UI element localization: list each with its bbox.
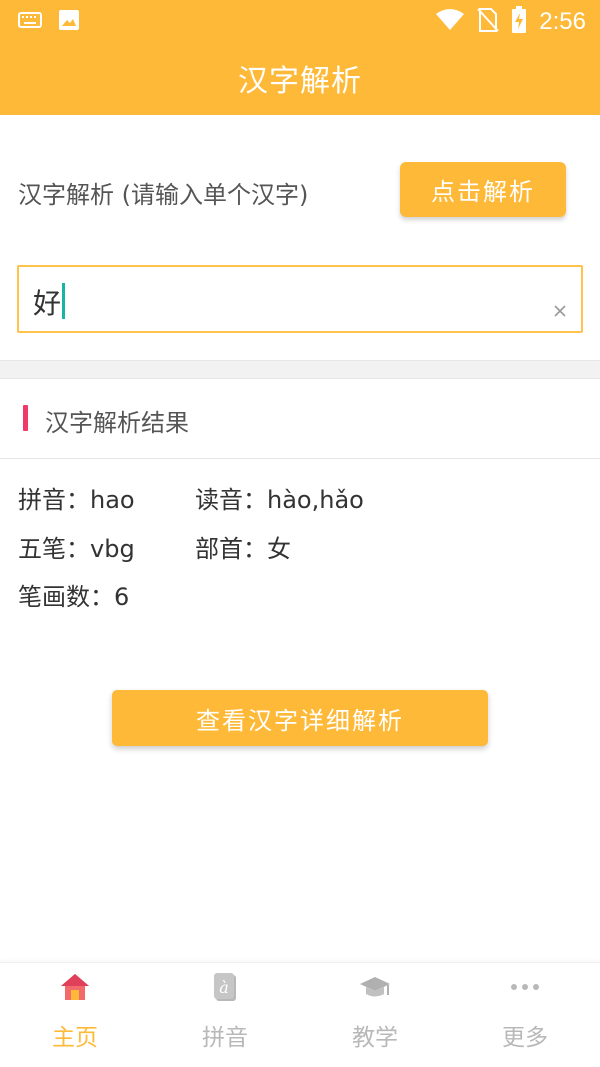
strokes-value: 6 [114,583,130,611]
reading-key: 读音： [195,486,267,514]
section-divider [0,360,600,379]
strokes-row: 笔画数：6 [18,577,129,612]
result-header: 汉字解析结果 [0,379,600,459]
strokes-key: 笔画数： [18,583,114,611]
more-dots-icon [509,971,541,1003]
bottom-nav: 主页 à 拼音 教学 更多 [0,962,600,1067]
status-time: 2:56 [539,8,586,35]
view-detail-button[interactable]: 查看汉字详细解析 [112,690,488,746]
pinyin-key: 拼音： [18,486,90,514]
status-bar: 2:56 [0,0,600,42]
nav-item-pinyin[interactable]: à 拼音 [150,963,300,1067]
nav-label-home: 主页 [52,1025,98,1051]
pinyin-row: 拼音：hao [18,480,135,515]
wubi-key: 五笔： [18,535,90,563]
parse-button[interactable]: 点击解析 [400,162,566,217]
text-caret [62,283,65,319]
home-icon [59,971,91,1003]
result-title: 汉字解析结果 [45,409,189,437]
keyboard-icon [18,11,42,33]
nav-item-more[interactable]: 更多 [450,963,600,1067]
nav-item-home[interactable]: 主页 [0,963,150,1067]
reading-value: hào,hǎo [267,486,364,514]
input-label: 汉字解析 (请输入单个汉字) [18,181,309,209]
wubi-row: 五笔：vbg [18,529,135,564]
radical-value: 女 [267,535,291,563]
no-sim-icon [477,7,500,37]
top-app-bar: 2:56 汉字解析 [0,0,600,115]
wifi-icon [435,8,465,36]
pinyin-book-icon: à [209,971,241,1003]
nav-item-teaching[interactable]: 教学 [300,963,450,1067]
graduation-cap-icon [359,971,391,1003]
character-input[interactable]: 好 [17,265,583,333]
input-value: 好 [33,287,62,320]
accent-bar [23,405,28,431]
nav-label-more: 更多 [502,1025,548,1051]
radical-row: 部首：女 [195,529,291,564]
page-title: 汉字解析 [238,64,362,99]
input-section: 汉字解析 (请输入单个汉字) 点击解析 好 [0,115,600,360]
pinyin-value: hao [90,486,135,514]
svg-text:à: à [219,978,229,997]
wubi-value: vbg [90,535,135,563]
radical-key: 部首： [195,535,267,563]
nav-label-pinyin: 拼音 [202,1025,248,1051]
reading-row: 读音：hào,hǎo [195,480,364,515]
battery-charging-icon [511,6,527,38]
clear-icon[interactable] [553,303,569,319]
image-icon [58,9,80,35]
nav-label-teaching: 教学 [352,1025,398,1051]
